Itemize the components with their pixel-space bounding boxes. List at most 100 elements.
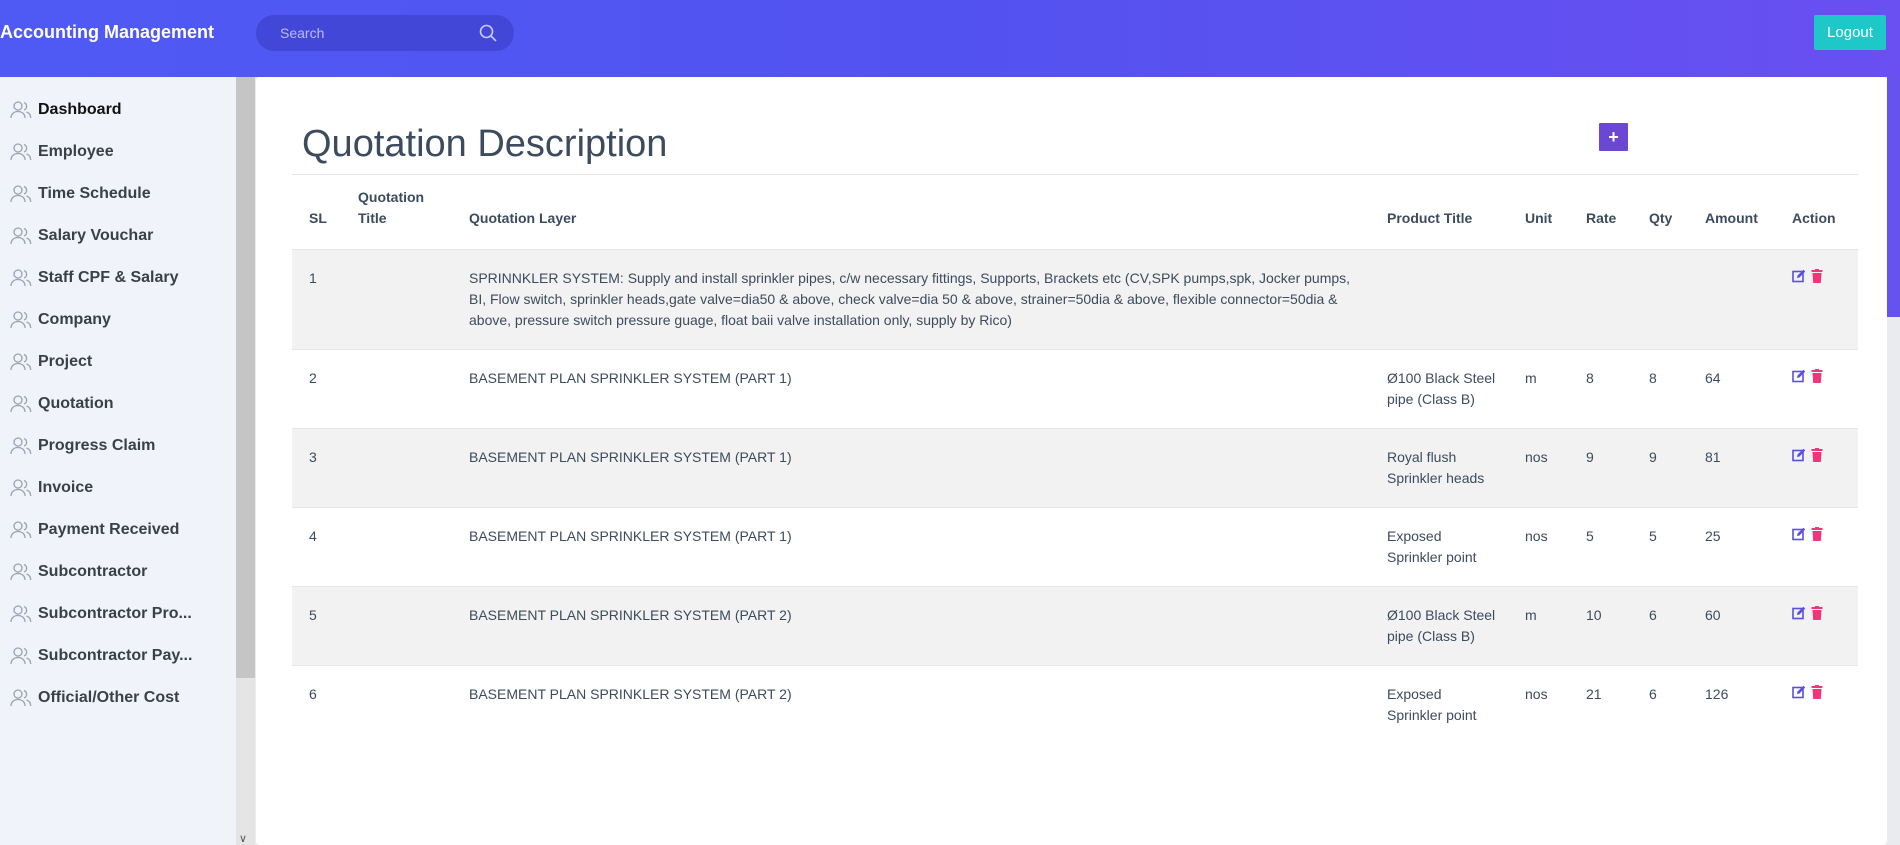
top-bar: Accounting Management Logout [0, 0, 1900, 77]
users-icon [10, 604, 32, 622]
column-header-unit: Unit [1525, 209, 1553, 226]
table-row: 6 BASEMENT PLAN SPRINKLER SYSTEM (PART 2)… [292, 665, 1858, 744]
users-icon [10, 142, 32, 160]
cell-product: Royal flush Sprinkler heads [1370, 428, 1508, 507]
search-input[interactable] [280, 25, 478, 41]
sidebar-item-label: Staff CPF & Salary [38, 268, 179, 286]
column-header-sl: SL [309, 209, 327, 226]
sidebar-item-label: Time Schedule [38, 184, 151, 202]
edit-icon[interactable] [1792, 269, 1806, 283]
table-row: 1 SPRINNKLER SYSTEM: Supply and install s… [292, 249, 1858, 349]
cell-qty: 8 [1649, 369, 1657, 386]
cell-unit: m [1508, 586, 1569, 665]
users-icon [10, 268, 32, 286]
column-header-amount: Amount [1705, 209, 1758, 226]
cell-layer: SPRINNKLER SYSTEM: Supply and install sp… [452, 249, 1370, 349]
cell-action [1775, 507, 1858, 586]
users-icon [10, 310, 32, 328]
sidebar-item-label: Employee [38, 142, 114, 160]
sidebar-item-label: Company [38, 310, 111, 328]
users-icon [10, 436, 32, 454]
edit-icon[interactable] [1792, 606, 1806, 620]
cell-action [1775, 349, 1858, 428]
search-box[interactable] [256, 15, 514, 51]
users-icon [10, 394, 32, 412]
cell-layer: BASEMENT PLAN SPRINKLER SYSTEM (PART 2) [452, 586, 1370, 665]
edit-icon[interactable] [1792, 448, 1806, 462]
logout-button[interactable]: Logout [1814, 15, 1886, 50]
cell-action [1775, 428, 1858, 507]
trash-icon[interactable] [1810, 684, 1824, 699]
sidebar-item-label: Invoice [38, 478, 94, 496]
cell-rate: 9 [1569, 428, 1632, 507]
cell-product: Ø100 Black Steel pipe (Class B) [1387, 369, 1496, 407]
trash-icon[interactable] [1810, 368, 1824, 383]
users-icon [10, 646, 32, 664]
sidebar-scrollbar-thumb[interactable] [236, 77, 255, 678]
trash-icon[interactable] [1810, 447, 1824, 462]
cell-rate: 5 [1586, 527, 1594, 544]
edit-icon[interactable] [1792, 527, 1806, 541]
cell-rate: 8 [1586, 369, 1594, 386]
cell-unit: nos [1525, 685, 1548, 702]
page-title: Quotation Description [302, 123, 668, 165]
trash-icon[interactable] [1810, 268, 1824, 283]
sidebar-item-label: Salary Vouchar [38, 226, 154, 244]
edit-icon[interactable] [1792, 369, 1806, 383]
sidebar-item-label: Subcontractor Pro... [38, 604, 192, 622]
sidebar-item-label: Quotation [38, 394, 114, 412]
cell-unit: m [1525, 369, 1537, 386]
cell-product [1370, 249, 1508, 349]
sidebar: Dashboard Employee Time Schedule Salary Vou… [0, 77, 236, 845]
cell-amount [1688, 249, 1775, 349]
cell-product: Ø100 Black Steel pipe (Class B) [1370, 586, 1508, 665]
sidebar-item-official-other-cost[interactable]: Official/Other Cost [0, 672, 236, 723]
sidebar-item-label: Subcontractor Pay... [38, 646, 193, 664]
column-header-action: Action [1792, 209, 1836, 226]
users-icon [10, 562, 32, 580]
sidebar-item-label: Progress Claim [38, 436, 156, 454]
cell-quotation-title [341, 507, 452, 586]
column-header-quotation-title: Quotation Title [358, 188, 425, 226]
search-icon[interactable] [478, 23, 498, 43]
quotation-table: SL Quotation Title Quotation Layer Product … [292, 175, 1858, 744]
cell-amount: 60 [1688, 586, 1775, 665]
trash-icon[interactable] [1810, 526, 1824, 541]
cell-action [1775, 249, 1858, 349]
sidebar-item-label: Project [38, 352, 93, 370]
table-row: 4 BASEMENT PLAN SPRINKLER SYSTEM (PART 1)… [292, 507, 1858, 586]
cell-qty: 9 [1632, 428, 1688, 507]
trash-icon[interactable] [1810, 605, 1824, 620]
users-icon [10, 478, 32, 496]
column-header-quotation-layer: Quotation Layer [469, 209, 577, 226]
cell-product: Exposed Sprinkler point [1387, 527, 1477, 565]
users-icon [10, 226, 32, 244]
sidebar-item-label: Payment Received [38, 520, 180, 538]
cell-amount: 25 [1705, 527, 1721, 544]
cell-qty: 6 [1649, 685, 1657, 702]
cell-quotation-title [341, 349, 452, 428]
users-icon [10, 100, 32, 118]
cell-amount: 64 [1705, 369, 1721, 386]
cell-unit: nos [1508, 428, 1569, 507]
cell-rate [1569, 249, 1632, 349]
users-icon [10, 520, 32, 538]
cell-action [1775, 586, 1858, 665]
table-row: 3 BASEMENT PLAN SPRINKLER SYSTEM (PART 1)… [292, 428, 1858, 507]
cell-qty: 5 [1649, 527, 1657, 544]
add-button[interactable]: + [1599, 123, 1628, 151]
cell-rate: 21 [1586, 685, 1602, 702]
scroll-down-icon[interactable]: ∨ [239, 832, 247, 845]
cell-layer: BASEMENT PLAN SPRINKLER SYSTEM (PART 1) [469, 527, 792, 544]
cell-quotation-title [341, 428, 452, 507]
page-scrollbar-thumb[interactable] [1887, 77, 1900, 317]
cell-sl: 4 [309, 527, 317, 544]
cell-sl: 5 [292, 586, 341, 665]
sidebar-item-label: Subcontractor [38, 562, 148, 580]
cell-unit [1508, 249, 1569, 349]
edit-icon[interactable] [1792, 685, 1806, 699]
cell-layer: BASEMENT PLAN SPRINKLER SYSTEM (PART 1) [469, 369, 792, 386]
cell-sl: 3 [292, 428, 341, 507]
users-icon [10, 688, 32, 706]
table-row: 5 BASEMENT PLAN SPRINKLER SYSTEM (PART 2)… [292, 586, 1858, 665]
